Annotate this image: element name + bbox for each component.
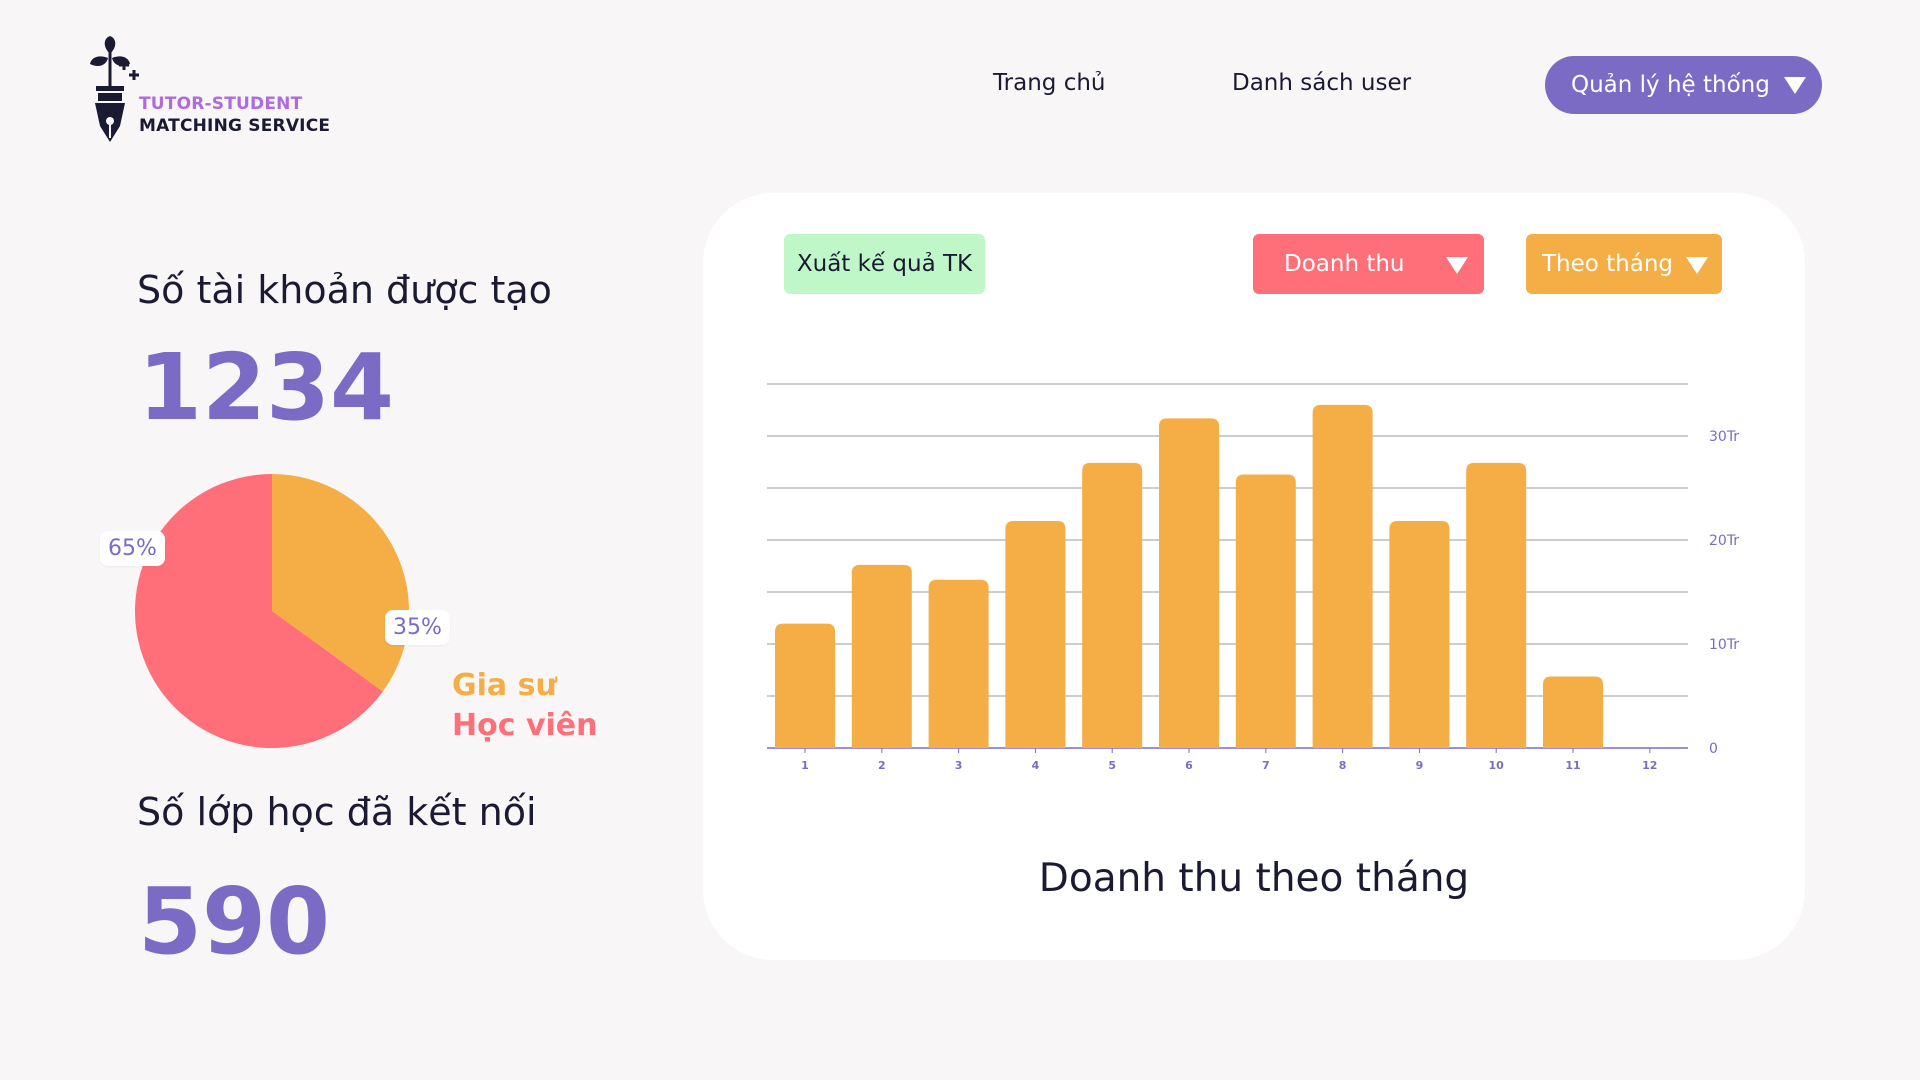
bar-month-4 — [1005, 521, 1066, 748]
chart-title: Doanh thu theo tháng — [1038, 856, 1470, 901]
x-tick-label: 1 — [801, 759, 809, 772]
brand-logo[interactable]: TUTOR-STUDENT MATCHING SERVICE — [86, 28, 346, 148]
y-tick-label: 30Tr — [1709, 429, 1739, 445]
x-tick-label: 3 — [955, 759, 963, 772]
system-management-label: Quản lý hệ thống — [1571, 72, 1770, 98]
y-tick-label: 20Tr — [1709, 533, 1739, 549]
x-tick-label: 12 — [1642, 759, 1657, 772]
x-tick-label: 11 — [1565, 759, 1580, 772]
legend-tutor: Gia sư — [452, 668, 557, 703]
logo-text-line1: TUTOR-STUDENT — [139, 94, 303, 114]
x-tick-label: 9 — [1416, 759, 1424, 772]
system-management-dropdown[interactable]: Quản lý hệ thống — [1545, 56, 1822, 114]
bar-month-3 — [928, 579, 989, 748]
x-tick-label: 2 — [878, 759, 886, 772]
y-tick-label: 0 — [1709, 741, 1718, 757]
pen-plant-icon — [90, 36, 139, 142]
pie-label-student-percent: 65% — [100, 531, 165, 566]
bar-month-6 — [1159, 418, 1219, 748]
legend-student: Học viên — [452, 708, 598, 743]
x-tick-label: 7 — [1262, 759, 1270, 772]
bar-month-8 — [1312, 404, 1373, 748]
revenue-chart-card: Xuất kế quả TK Doanh thu Theo tháng 0 10T… — [703, 193, 1805, 960]
x-tick-label: 10 — [1489, 759, 1505, 772]
logo-text-line2: MATCHING SERVICE — [139, 116, 331, 136]
accounts-created-title: Số tài khoản được tạo — [137, 268, 552, 312]
bar-month-5 — [1082, 462, 1143, 748]
chevron-down-icon — [1783, 76, 1806, 94]
user-type-pie-chart — [134, 473, 410, 749]
pie-label-tutor-percent: 35% — [385, 610, 450, 645]
nav-home-link[interactable]: Trang chủ — [993, 70, 1106, 96]
x-tick-label: 4 — [1032, 759, 1040, 772]
classes-connected-value: 590 — [138, 868, 331, 975]
monthly-revenue-bar-chart: 010Tr20Tr30Tr1 2 3 4 5 6 7 8 9 10 11 12 — [767, 383, 1739, 772]
bar-month-9 — [1389, 521, 1450, 748]
bar-month-2 — [851, 564, 912, 748]
bar-month-10 — [1466, 462, 1527, 748]
x-tick-label: 6 — [1185, 759, 1193, 772]
accounts-created-value: 1234 — [138, 334, 395, 441]
classes-connected-title: Số lớp học đã kết nối — [137, 790, 537, 834]
x-tick-label: 8 — [1339, 759, 1347, 772]
x-tick-label: 5 — [1108, 759, 1116, 772]
bar-month-7 — [1235, 474, 1296, 748]
y-tick-label: 10Tr — [1709, 637, 1739, 653]
bar-month-11 — [1543, 676, 1603, 748]
nav-user-list-link[interactable]: Danh sách user — [1232, 70, 1411, 96]
bar-month-1 — [775, 623, 835, 748]
